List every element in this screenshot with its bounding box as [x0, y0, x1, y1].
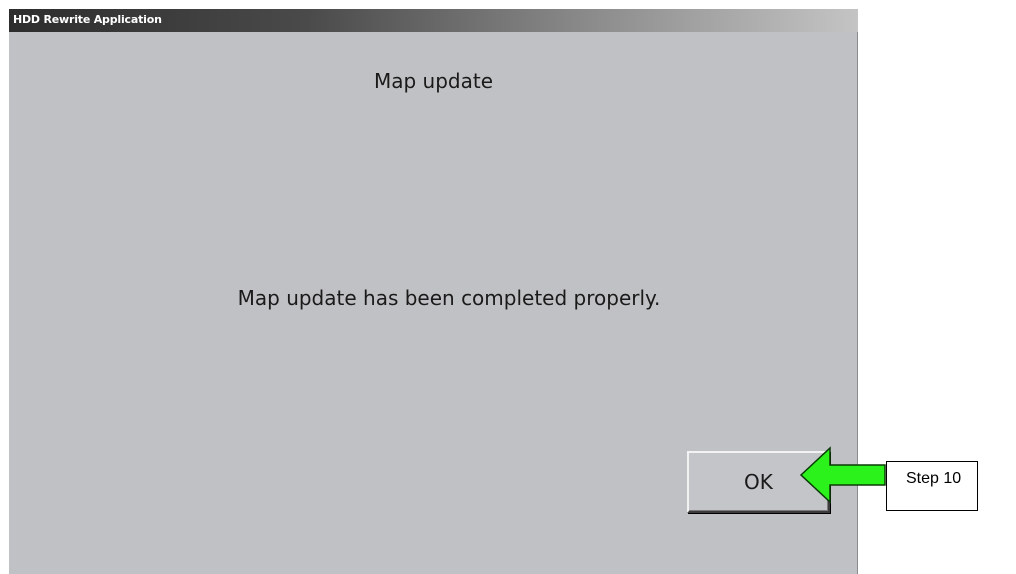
completion-message: Map update has been completed properly. [237, 286, 661, 310]
window-title: HDD Rewrite Application [13, 13, 162, 26]
application-window: HDD Rewrite Application Map update Map u… [9, 9, 858, 574]
left-arrow-icon [799, 446, 886, 504]
dialog-heading: Map update [373, 69, 494, 93]
step-callout: Step 10 [886, 461, 978, 511]
step-callout-text: Step 10 [906, 470, 962, 487]
title-bar[interactable]: HDD Rewrite Application [9, 9, 858, 32]
